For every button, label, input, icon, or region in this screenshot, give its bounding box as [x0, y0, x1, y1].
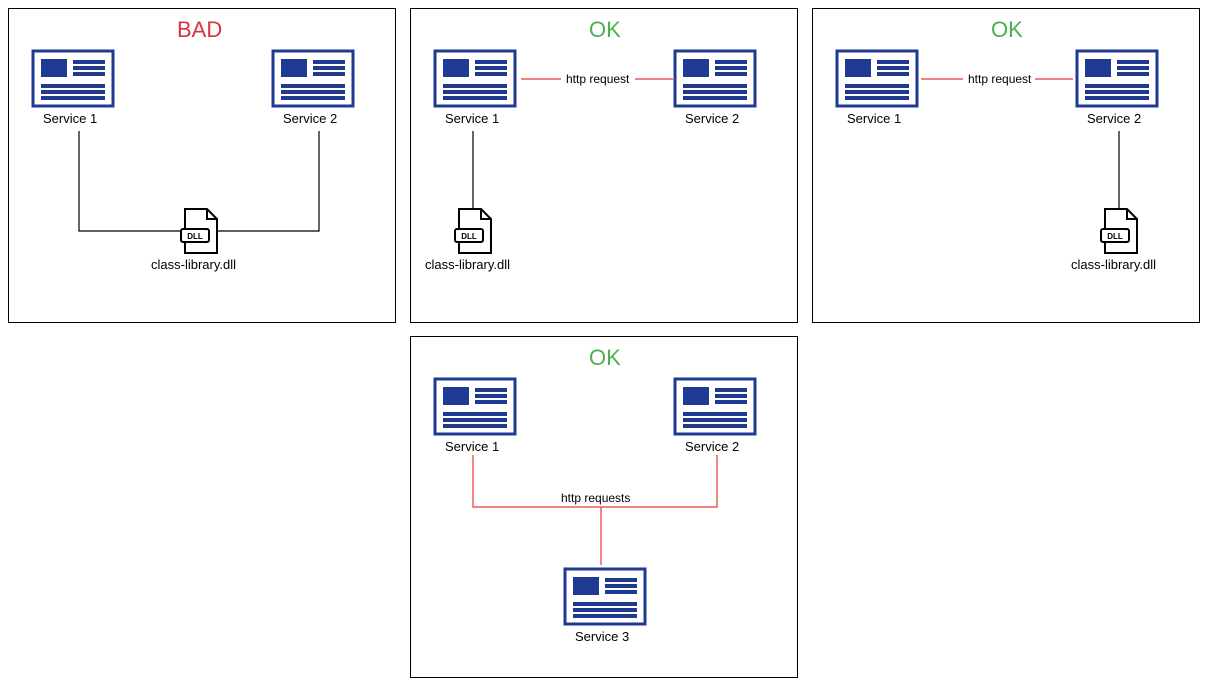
panel-ok2: OK Service 1 Service 2 class-library.dll…	[812, 8, 1200, 323]
dll-to-services-arrows	[9, 9, 397, 324]
arrows	[411, 337, 799, 679]
http-label: http requests	[559, 491, 632, 505]
panel-ok3: OK Service 1 Service 2 Service 3 http re…	[410, 336, 798, 678]
panel-bad: BAD Service 1 Service 2 class-library.dl…	[8, 8, 396, 323]
panel-ok1: OK Service 1 Service 2 class-library.dll…	[410, 8, 798, 323]
http-label: http request	[566, 72, 629, 86]
http-label: http request	[968, 72, 1031, 86]
arrows	[411, 9, 799, 324]
arrows	[813, 9, 1201, 324]
